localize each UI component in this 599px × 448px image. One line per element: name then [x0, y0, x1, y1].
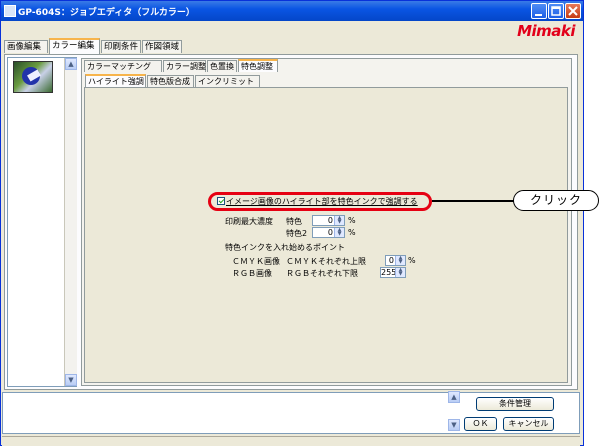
cancel-button[interactable]: キャンセル — [503, 417, 554, 431]
rgb-lower-label: ＲＧＢそれぞれ下限 — [286, 269, 358, 278]
close-icon — [568, 6, 578, 16]
spot2-label: 特色2 — [286, 229, 308, 238]
callout-leader-line — [432, 200, 514, 202]
tab-color-replace[interactable]: 色置換 — [207, 60, 237, 72]
title-bar[interactable]: GP-604S：ジョブエディタ（フルカラー） — [1, 1, 583, 21]
click-callout: クリック — [513, 190, 599, 211]
spot2-value: 0 — [327, 228, 333, 237]
message-scrollbar[interactable]: ▲ ▼ — [448, 391, 460, 433]
image-thumbnail[interactable] — [13, 61, 53, 93]
cmyk-upper-stepper[interactable]: 0 ▲ ▼ — [385, 255, 406, 266]
start-point-label: 特色インクを入れ始めるポイント — [225, 243, 345, 252]
spot1-unit: % — [348, 216, 356, 225]
image-list-scrollbar[interactable]: ▲ ▼ — [64, 58, 77, 386]
tab-color-edit[interactable]: カラー編集 — [49, 38, 100, 54]
spin-arrows-icon[interactable]: ▲ ▼ — [395, 268, 405, 277]
spin-arrows-icon[interactable]: ▲ ▼ — [334, 216, 344, 225]
window-title: GP-604S：ジョブエディタ（フルカラー） — [18, 8, 195, 18]
condition-manage-button[interactable]: 条件管理 — [476, 397, 554, 411]
spot1-value: 0 — [327, 216, 333, 225]
cmyk-upper-label: ＣＭＹＫそれぞれ上限 — [286, 257, 366, 266]
rgb-lower-stepper[interactable]: 255 ▲ ▼ — [380, 267, 406, 278]
tab-plot-area[interactable]: 作図領域 — [142, 40, 182, 53]
click-highlight-outline — [208, 192, 432, 211]
tab-spot-color-adjust[interactable]: 特色調整 — [238, 59, 278, 72]
tab-highlight-emphasis[interactable]: ハイライト強調 — [85, 74, 146, 87]
image-list[interactable]: ▲ ▼ — [7, 57, 77, 387]
rgb-lower-value: 255 — [381, 268, 397, 277]
cmyk-image-label: ＣＭＹＫ画像 — [232, 257, 280, 266]
max-density-label: 印刷最大濃度 — [225, 217, 273, 226]
cmyk-unit: % — [408, 256, 416, 265]
ok-button[interactable]: ＯＫ — [464, 417, 497, 431]
spot1-label: 特色 — [286, 217, 302, 226]
scroll-down-button[interactable]: ▼ — [448, 419, 460, 431]
app-icon — [4, 5, 16, 17]
scroll-up-button[interactable]: ▲ — [448, 391, 460, 403]
tab-color-matching[interactable]: カラーマッチング — [84, 60, 162, 72]
maximize-icon — [551, 6, 561, 16]
scroll-up-button[interactable]: ▲ — [65, 58, 77, 70]
mimaki-logo: Mimaki — [517, 22, 575, 40]
minimize-icon — [535, 14, 542, 16]
spin-arrows-icon[interactable]: ▲ ▼ — [395, 256, 405, 265]
spin-arrows-icon[interactable]: ▲ ▼ — [334, 228, 344, 237]
tab-image-edit[interactable]: 画像編集 — [4, 40, 48, 53]
spot2-unit: % — [348, 228, 356, 237]
tab-spot-plate-merge[interactable]: 特色版合成 — [147, 75, 194, 87]
rgb-image-label: ＲＧＢ画像 — [232, 269, 272, 278]
spot2-stepper[interactable]: 0 ▲ ▼ — [312, 227, 345, 238]
tab-print-conditions[interactable]: 印刷条件 — [101, 40, 141, 53]
cmyk-upper-value: 0 — [388, 256, 394, 265]
close-button[interactable] — [565, 3, 581, 19]
tab-color-adjust[interactable]: カラー調整 — [163, 60, 206, 72]
scroll-down-button[interactable]: ▼ — [65, 374, 77, 386]
minimize-button[interactable] — [531, 3, 547, 19]
maximize-button[interactable] — [548, 3, 564, 19]
status-bar — [2, 436, 580, 446]
tab-ink-limit[interactable]: インクリミット — [195, 75, 260, 87]
spot1-stepper[interactable]: 0 ▲ ▼ — [312, 215, 345, 226]
